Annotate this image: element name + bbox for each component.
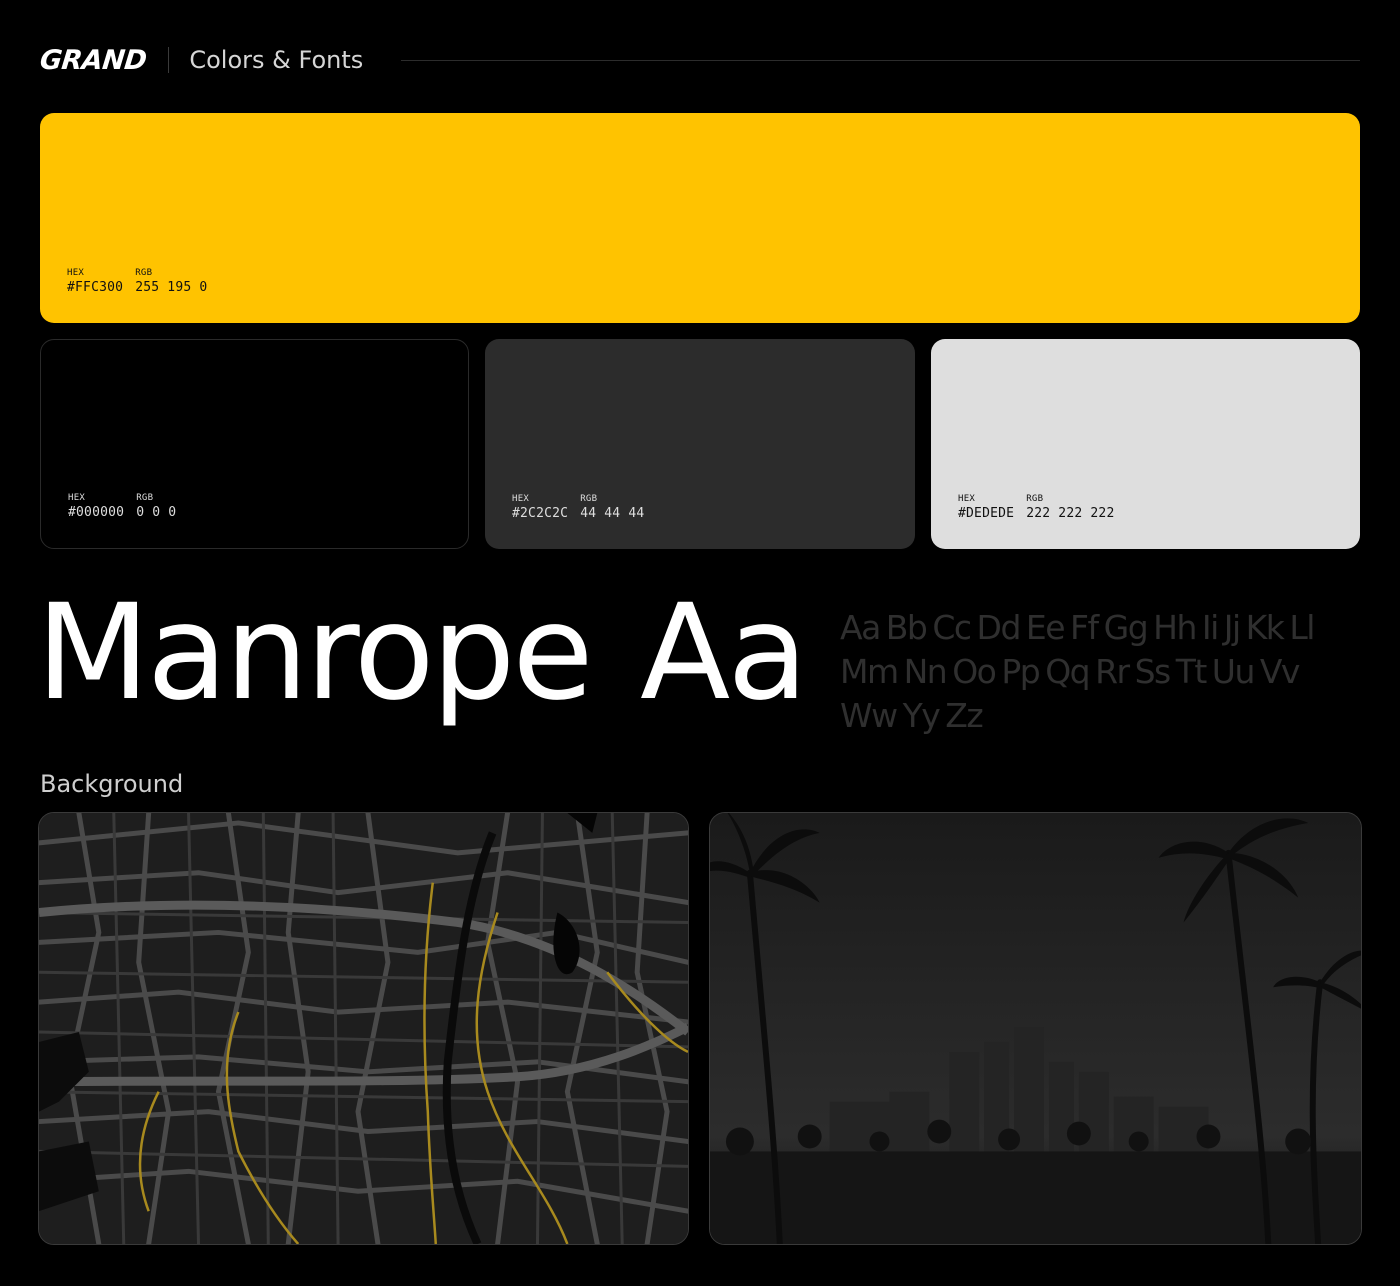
logo: GRAND — [38, 44, 148, 76]
swatch-yellow: HEX #FFC300 RGB 255 195 0 — [40, 113, 1360, 323]
swatch-hex-label: HEX — [958, 494, 976, 504]
swatch-dark-gray: HEX #2C2C2C RGB 44 44 44 — [485, 339, 915, 549]
swatch-light-gray: HEX #DEDEDE RGB 222 222 222 — [931, 339, 1360, 549]
font-sample: Aa — [640, 576, 808, 730]
swatch-black: HEX #000000 RGB 0 0 0 — [40, 339, 469, 549]
swatch-hex-value: #FFC300 — [67, 280, 124, 295]
swatch-rgb-label: RGB — [1026, 494, 1044, 504]
swatch-hex-label: HEX — [67, 268, 85, 278]
map-background-image — [38, 812, 689, 1245]
swatch-hex-label: HEX — [68, 493, 86, 503]
swatch-hex-value: #DEDEDE — [958, 506, 1015, 521]
swatch-rgb-label: RGB — [135, 268, 153, 278]
swatch-rgb-value: 255 195 0 — [135, 280, 208, 295]
skyline-illustration — [710, 813, 1361, 1244]
swatch-hex-value: #2C2C2C — [512, 506, 569, 521]
swatch-rgb-value: 222 222 222 — [1026, 506, 1115, 521]
swatch-rgb-value: 44 44 44 — [580, 506, 645, 521]
city-skyline-background-image — [709, 812, 1362, 1245]
swatch-rgb-label: RGB — [136, 493, 154, 503]
header: GRAND Colors & Fonts — [38, 38, 1360, 82]
font-alphabet: Aa Bb Cc Dd Ee Ff Gg Hh Ii Jj Kk Ll Mm N… — [840, 608, 1315, 735]
page-title: Colors & Fonts — [189, 46, 364, 74]
font-name: Manrope — [36, 576, 594, 730]
header-rule — [401, 59, 1360, 61]
swatch-hex-value: #000000 — [68, 505, 125, 520]
city-map-illustration — [39, 813, 688, 1244]
background-section-title: Background — [40, 770, 184, 798]
swatch-rgb-label: RGB — [580, 494, 598, 504]
swatch-hex-label: HEX — [512, 494, 530, 504]
swatch-rgb-value: 0 0 0 — [136, 505, 177, 520]
header-divider — [168, 47, 170, 73]
